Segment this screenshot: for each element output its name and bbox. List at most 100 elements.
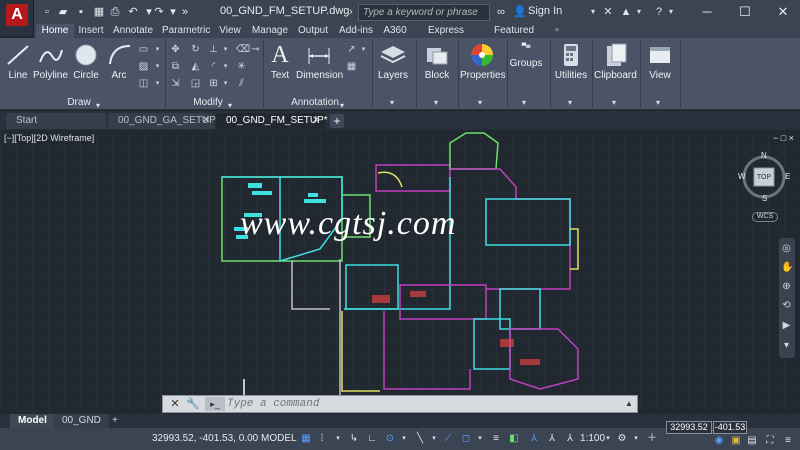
command-input[interactable]: [227, 397, 607, 411]
redo-icon[interactable]: ↷: [152, 5, 166, 19]
groups-button[interactable]: Groups: [509, 42, 543, 69]
block-button[interactable]: Block: [420, 42, 454, 81]
tab-home[interactable]: Home: [36, 24, 74, 38]
modify-panel-dropdown-icon[interactable]: ▾: [228, 101, 232, 110]
leader-dropdown-icon[interactable]: ▾: [358, 44, 369, 55]
close-tab-icon[interactable]: ✕: [312, 115, 320, 126]
offset-icon[interactable]: ⫽: [236, 78, 247, 89]
model-tab[interactable]: Model: [10, 414, 55, 428]
block-dropdown-icon[interactable]: ▾: [434, 98, 438, 107]
modify-panel-label[interactable]: Modify: [188, 97, 228, 109]
erase-icon[interactable]: ⌫: [236, 44, 250, 55]
properties-button[interactable]: Properties: [460, 42, 506, 81]
dynamic-input-x[interactable]: 32993.52: [666, 421, 712, 434]
print-icon[interactable]: ⎙: [108, 5, 122, 19]
a360-icon[interactable]: ▲: [619, 5, 633, 19]
leader-icon[interactable]: ↗: [346, 44, 357, 55]
a360-dropdown-icon[interactable]: ▾: [634, 5, 644, 19]
properties-dropdown-icon[interactable]: ▾: [478, 98, 482, 107]
exchange-apps-icon[interactable]: ✕: [601, 5, 615, 19]
array-dropdown-icon[interactable]: ▾: [220, 78, 231, 89]
viewcube-top-face[interactable]: TOP: [756, 174, 772, 181]
annotation-monitor-icon[interactable]: ＋: [646, 432, 658, 445]
tab-featured-apps[interactable]: Featured Apps: [482, 24, 546, 50]
object-snap-tracking-icon[interactable]: ⟋: [442, 432, 454, 445]
viewport-window-controls[interactable]: − □ ×: [773, 133, 794, 143]
lineweight-icon[interactable]: ≡: [490, 432, 502, 445]
hatch-icon[interactable]: ▨: [138, 61, 149, 72]
showmotion-icon[interactable]: ▶: [781, 320, 792, 331]
coordinates-readout[interactable]: 32993.52, -401.53, 0.00: [152, 433, 258, 444]
nav-bar-customize-icon[interactable]: ▾: [781, 340, 792, 351]
quick-access-more-icon[interactable]: »: [178, 5, 192, 19]
help-dropdown-icon[interactable]: ▾: [666, 5, 676, 19]
undo-icon[interactable]: ↶: [126, 5, 140, 19]
rectangle-dropdown-icon[interactable]: ▾: [152, 44, 163, 55]
save-as-icon[interactable]: ▦: [92, 5, 106, 19]
search-expand-icon[interactable]: ›: [344, 5, 358, 19]
new-file-icon[interactable]: ▫: [40, 5, 54, 19]
search-input[interactable]: Type a keyword or phrase: [358, 4, 490, 21]
rotate-icon[interactable]: ↻: [190, 44, 201, 55]
grid-icon[interactable]: ▦: [300, 432, 312, 445]
groups-dropdown-icon[interactable]: ▾: [522, 98, 526, 107]
viewcube-north[interactable]: N: [761, 151, 767, 160]
draw-panel-label[interactable]: Draw: [60, 97, 98, 109]
gradient-icon[interactable]: ◫: [138, 78, 149, 89]
file-tab-gnd-ga-setup[interactable]: 00_GND_GA_SETUP*: [108, 113, 220, 129]
workspace-gear-icon[interactable]: ⚙: [616, 432, 628, 445]
snap-dropdown-icon[interactable]: ▾: [332, 432, 344, 445]
signin-dropdown-icon[interactable]: ▾: [588, 5, 598, 19]
auto-scale-icon[interactable]: ⅄: [546, 432, 558, 445]
tab-insert[interactable]: Insert: [76, 24, 106, 38]
join-icon[interactable]: ⊸: [250, 44, 261, 55]
snap-icon[interactable]: ⁞: [316, 432, 328, 445]
viewport-controls-label[interactable]: [−][Top][2D Wireframe]: [4, 133, 94, 143]
transparency-icon[interactable]: ◧: [508, 432, 520, 445]
customize-command-line-icon[interactable]: 🔧: [185, 397, 201, 411]
viewcube-south[interactable]: S: [762, 194, 767, 203]
close-command-line-icon[interactable]: ✕: [167, 397, 183, 411]
infer-constraints-icon[interactable]: ↳: [348, 432, 360, 445]
tab-view[interactable]: View: [216, 24, 244, 38]
circle-button[interactable]: Circle: [70, 42, 102, 81]
model-space-button[interactable]: MODEL: [261, 433, 297, 444]
file-tab-start[interactable]: Start: [6, 113, 106, 129]
new-layout-button[interactable]: +: [104, 414, 126, 428]
command-history-icon[interactable]: ▲: [621, 397, 637, 411]
rectangle-icon[interactable]: ▭: [138, 44, 149, 55]
help-icon[interactable]: ?: [652, 5, 666, 19]
utilities-button[interactable]: Utilities: [552, 42, 590, 81]
customization-menu-icon[interactable]: ≡: [782, 434, 794, 447]
annotation-visibility-icon[interactable]: ⅄: [528, 432, 540, 445]
tab-a360[interactable]: A360: [380, 24, 410, 38]
fillet-dropdown-icon[interactable]: ▾: [220, 61, 231, 72]
hardware-acceleration-icon[interactable]: ▣: [730, 434, 742, 447]
polar-tracking-icon[interactable]: ⊙: [384, 432, 396, 445]
tab-manage[interactable]: Manage: [250, 24, 290, 38]
fillet-icon[interactable]: ◜: [208, 61, 219, 72]
stretch-icon[interactable]: ⇲: [170, 78, 181, 89]
open-folder-icon[interactable]: ▰: [56, 5, 70, 19]
clipboard-dropdown-icon[interactable]: ▾: [612, 98, 616, 107]
dimension-button[interactable]: Dimension: [296, 42, 343, 81]
mirror-icon[interactable]: ◭: [190, 61, 201, 72]
polyline-button[interactable]: Polyline: [33, 42, 68, 81]
ortho-icon[interactable]: ∟: [366, 432, 378, 445]
ribbon-minimize-icon[interactable]: ▫: [550, 24, 564, 38]
layers-button[interactable]: Layers: [376, 42, 410, 81]
viewcube-east[interactable]: E: [785, 172, 790, 181]
file-tab-gnd-fm-setup[interactable]: 00_GND_FM_SETUP*: [216, 113, 328, 129]
polar-dropdown-icon[interactable]: ▾: [398, 432, 410, 445]
tab-express-tools[interactable]: Express Tools: [416, 24, 476, 50]
layers-dropdown-icon[interactable]: ▾: [390, 98, 394, 107]
layout-tab-00-gnd[interactable]: 00_GND: [54, 414, 109, 428]
isodraft-dropdown-icon[interactable]: ▾: [428, 432, 440, 445]
drawing-canvas[interactable]: [0, 129, 800, 414]
tab-annotate[interactable]: Annotate: [110, 24, 156, 38]
object-snap-dropdown-icon[interactable]: ▾: [474, 432, 486, 445]
object-snap-icon[interactable]: ◻: [460, 432, 472, 445]
draw-panel-dropdown-icon[interactable]: ▾: [96, 101, 100, 110]
scale-icon[interactable]: ◲: [190, 78, 201, 89]
minimize-button[interactable]: ─: [692, 2, 722, 22]
